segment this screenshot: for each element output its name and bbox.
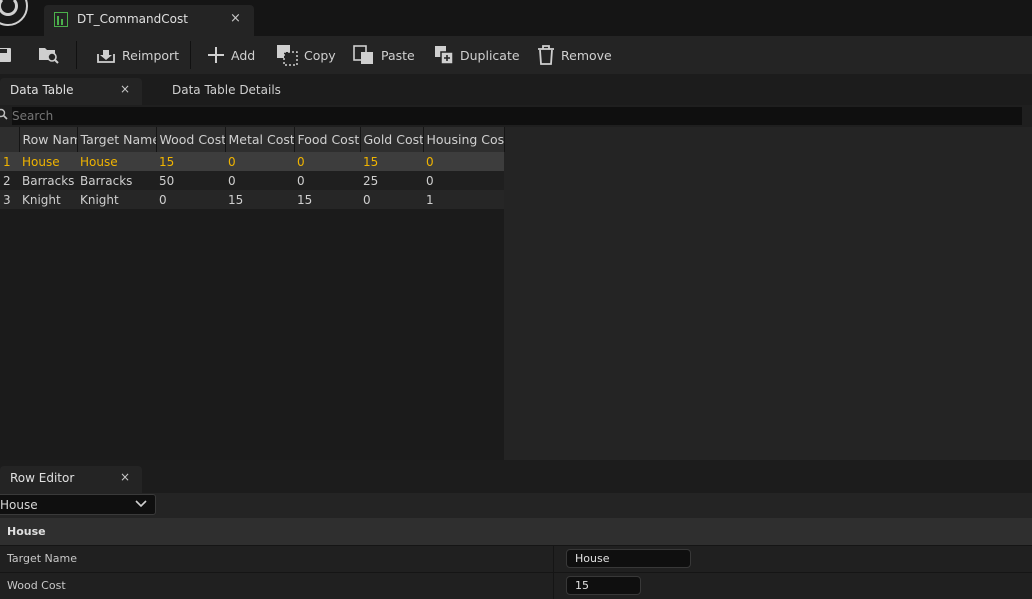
property-label: Wood Cost <box>7 579 66 592</box>
duplicate-button[interactable]: Duplicate <box>434 36 520 74</box>
unreal-logo-icon[interactable] <box>0 0 28 26</box>
paste-label: Paste <box>381 47 415 63</box>
copy-label: Copy <box>304 47 336 63</box>
add-label: Add <box>231 47 256 63</box>
table-row[interactable]: 1 House House 15 0 0 15 0 <box>0 152 504 171</box>
plus-icon <box>208 47 224 63</box>
remove-label: Remove <box>561 47 612 63</box>
column-header-wood-cost[interactable]: Wood Cost <box>156 127 226 152</box>
document-tab[interactable]: DT_CommandCost × <box>44 5 254 36</box>
duplicate-icon <box>435 46 454 65</box>
gold-cost-cell: 25 <box>360 171 423 190</box>
row-name-cell: House <box>19 152 77 171</box>
close-icon[interactable]: × <box>120 470 130 484</box>
wood-cost-cell: 0 <box>156 190 225 209</box>
gold-cost-cell: 15 <box>360 152 423 171</box>
row-name-cell: Barracks <box>19 171 77 190</box>
wood-cost-field[interactable] <box>566 576 641 595</box>
browse-icon <box>39 48 59 64</box>
reimport-icon <box>97 50 115 63</box>
browse-button[interactable] <box>38 36 66 74</box>
row-editor-header: House <box>0 518 1032 545</box>
chevron-down-icon <box>135 500 147 508</box>
housing-cost-cell: 1 <box>423 190 504 209</box>
column-header-target-name[interactable]: Target Name <box>77 127 157 152</box>
save-icon <box>0 48 11 62</box>
wood-cost-cell: 15 <box>156 152 225 171</box>
target-name-field[interactable] <box>566 549 691 568</box>
search-icon <box>0 108 8 120</box>
column-header-row-name[interactable]: Row Name <box>19 127 78 152</box>
housing-cost-cell: 0 <box>423 152 504 171</box>
row-select-dropdown[interactable]: House <box>0 494 156 515</box>
column-header-food-cost[interactable]: Food Cost <box>294 127 361 152</box>
tab-data-table[interactable]: Data Table × <box>0 78 142 105</box>
trash-icon <box>538 45 554 65</box>
document-tab-title: DT_CommandCost <box>77 12 188 26</box>
row-index: 1 <box>0 152 19 171</box>
gold-cost-cell: 0 <box>360 190 423 209</box>
table-row[interactable]: 2 Barracks Barracks 50 0 0 25 0 <box>0 171 504 190</box>
food-cost-cell: 0 <box>294 152 360 171</box>
reimport-button[interactable]: Reimport <box>96 36 179 74</box>
target-name-cell: Knight <box>77 190 156 209</box>
row-name-cell: Knight <box>19 190 77 209</box>
tab-row-editor[interactable]: Row Editor × <box>0 466 142 493</box>
housing-cost-cell: 0 <box>423 171 504 190</box>
column-header-index[interactable] <box>0 127 20 152</box>
column-header-metal-cost[interactable]: Metal Cost <box>225 127 295 152</box>
duplicate-label: Duplicate <box>460 47 520 63</box>
data-table-icon <box>54 12 68 27</box>
empty-panel-area <box>504 127 1032 460</box>
wood-cost-cell: 50 <box>156 171 225 190</box>
food-cost-cell: 15 <box>294 190 360 209</box>
panel-tab-bar: Data Table × Data Table Details <box>0 74 1032 105</box>
table-header-row: Row Name Target Name Wood Cost Metal Cos… <box>0 127 505 152</box>
row-index: 2 <box>0 171 19 190</box>
row-editor-tab-bar <box>0 460 1032 493</box>
paste-button[interactable]: Paste <box>353 36 415 74</box>
save-button[interactable] <box>0 36 18 74</box>
tab-data-table-label: Data Table <box>10 83 74 97</box>
property-row-target-name: Target Name <box>0 545 1032 572</box>
metal-cost-cell: 0 <box>225 152 294 171</box>
toolbar: Reimport Add Copy Paste Duplicate Remove <box>0 36 1032 74</box>
row-editor-header-label: House <box>7 525 46 538</box>
search-input[interactable] <box>12 107 1022 125</box>
copy-icon <box>277 45 298 66</box>
metal-cost-cell: 15 <box>225 190 294 209</box>
row-select-value: House <box>0 498 38 512</box>
tab-data-table-details[interactable]: Data Table Details <box>172 83 281 97</box>
reimport-label: Reimport <box>122 47 180 63</box>
row-index: 3 <box>0 190 19 209</box>
paste-icon <box>353 45 373 64</box>
tab-row-editor-label: Row Editor <box>10 471 75 485</box>
target-name-cell: House <box>77 152 156 171</box>
metal-cost-cell: 0 <box>225 171 294 190</box>
close-icon[interactable]: × <box>230 11 241 26</box>
food-cost-cell: 0 <box>294 171 360 190</box>
add-button[interactable]: Add <box>207 36 255 74</box>
table-row[interactable]: 3 Knight Knight 0 15 15 0 1 <box>0 190 504 209</box>
column-header-housing-cost[interactable]: Housing Cost <box>423 127 505 152</box>
column-header-gold-cost[interactable]: Gold Cost <box>360 127 424 152</box>
title-bar: DT_CommandCost × <box>0 0 1032 36</box>
target-name-cell: Barracks <box>77 171 156 190</box>
remove-button[interactable]: Remove <box>537 36 612 74</box>
property-label: Target Name <box>7 552 77 565</box>
data-table: Row Name Target Name Wood Cost Metal Cos… <box>0 127 505 209</box>
close-icon[interactable]: × <box>120 82 130 96</box>
copy-button[interactable]: Copy <box>276 36 336 74</box>
